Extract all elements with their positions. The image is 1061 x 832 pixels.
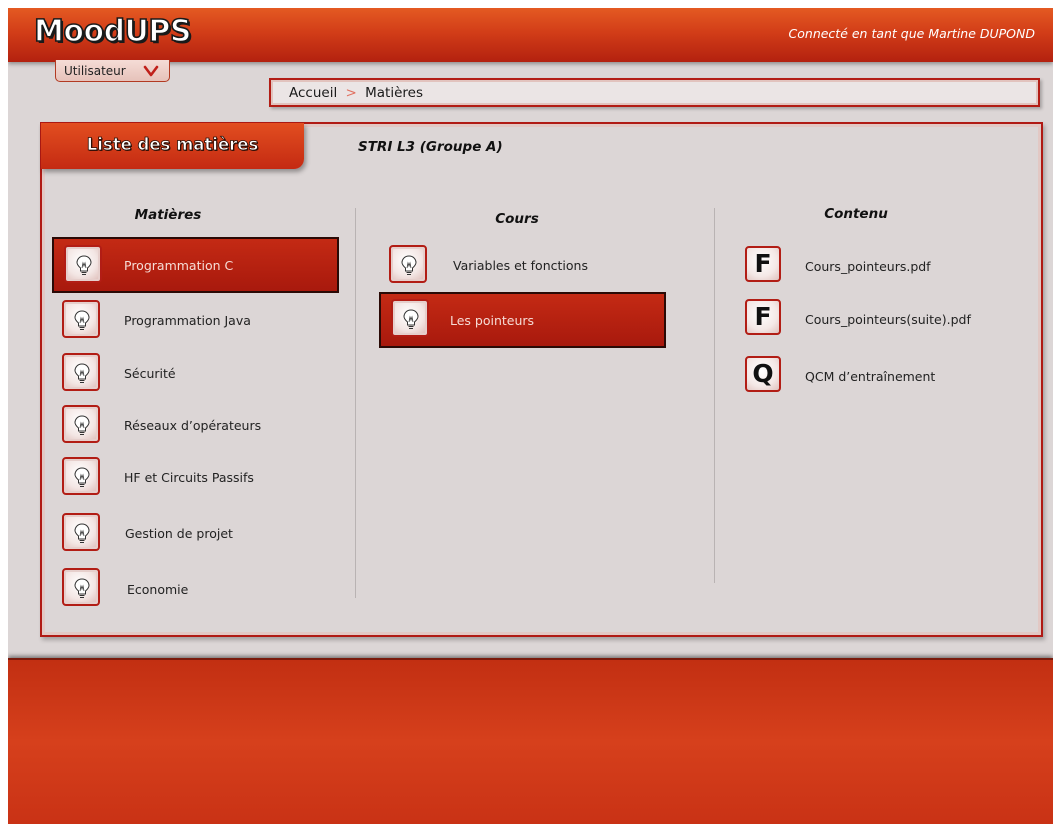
group-label: STRI L3 (Groupe A): [358, 139, 503, 155]
app-window: MoodUPS Connecté en tant que Martine DUP…: [8, 8, 1053, 824]
lightbulb-icon: [62, 513, 100, 551]
content-item[interactable]: F Cours_pointeurs.pdf: [743, 241, 1033, 291]
column-divider: [714, 208, 715, 583]
breadcrumb-current: Matières: [365, 85, 423, 101]
courses-column-header: Cours: [495, 211, 539, 227]
course-item[interactable]: Variables et fonctions: [379, 240, 666, 290]
content-label: Cours_pointeurs(suite).pdf: [805, 312, 971, 327]
subject-item[interactable]: Economie: [52, 563, 339, 613]
lightbulb-icon: [62, 353, 100, 391]
file-icon: F: [745, 299, 781, 335]
lightbulb-icon: [64, 245, 102, 283]
subject-label: Gestion de projet: [125, 526, 233, 541]
connected-user-text: Connecté en tant que Martine DUPOND: [788, 26, 1035, 41]
chevron-down-icon: [143, 65, 159, 77]
subject-label: HF et Circuits Passifs: [124, 470, 254, 485]
app-logo[interactable]: MoodUPS: [33, 13, 192, 50]
subject-item[interactable]: HF et Circuits Passifs: [52, 452, 339, 502]
subject-item[interactable]: Réseaux d’opérateurs: [52, 400, 339, 450]
subject-label: Programmation C: [124, 258, 234, 273]
lightbulb-icon: [62, 405, 100, 443]
content-label: QCM d’entraînement: [805, 369, 936, 384]
lightbulb-icon: [391, 299, 429, 337]
course-label: Les pointeurs: [450, 313, 535, 328]
quiz-icon: Q: [745, 356, 781, 392]
subject-label: Programmation Java: [124, 313, 251, 328]
subject-item[interactable]: Sécurité: [52, 348, 339, 398]
breadcrumb-home-link[interactable]: Accueil: [289, 85, 337, 101]
content-item[interactable]: F Cours_pointeurs(suite).pdf: [743, 294, 1033, 344]
lightbulb-icon: [389, 245, 427, 283]
header-bar: MoodUPS Connecté en tant que Martine DUP…: [8, 8, 1053, 62]
content-label: Cours_pointeurs.pdf: [805, 259, 931, 274]
subjects-column-header: Matières: [134, 207, 202, 223]
course-label: Variables et fonctions: [453, 258, 588, 273]
user-menu-label: Utilisateur: [64, 64, 126, 78]
user-menu-button[interactable]: Utilisateur: [55, 60, 170, 82]
subject-label: Réseaux d’opérateurs: [124, 418, 262, 433]
panel-title: Liste des matières: [86, 135, 259, 155]
file-icon: F: [745, 246, 781, 282]
lightbulb-icon: [62, 457, 100, 495]
breadcrumb-separator: >: [345, 85, 357, 101]
lightbulb-icon: [62, 568, 100, 606]
subject-item[interactable]: Gestion de projet: [52, 508, 339, 558]
course-item[interactable]: Les pointeurs: [379, 292, 666, 348]
lightbulb-icon: [62, 300, 100, 338]
content-column-header: Contenu: [824, 206, 888, 222]
content-item[interactable]: Q QCM d’entraînement: [743, 351, 1033, 401]
column-divider: [355, 208, 356, 598]
subject-item[interactable]: Programmation Java: [52, 295, 339, 345]
footer-bar: [8, 658, 1053, 824]
panel-title-tab: Liste des matières: [41, 123, 304, 169]
subject-label: Economie: [127, 582, 189, 597]
breadcrumb: Accueil > Matières: [269, 78, 1040, 107]
subject-item[interactable]: Programmation C: [52, 237, 339, 293]
subject-label: Sécurité: [124, 366, 176, 381]
